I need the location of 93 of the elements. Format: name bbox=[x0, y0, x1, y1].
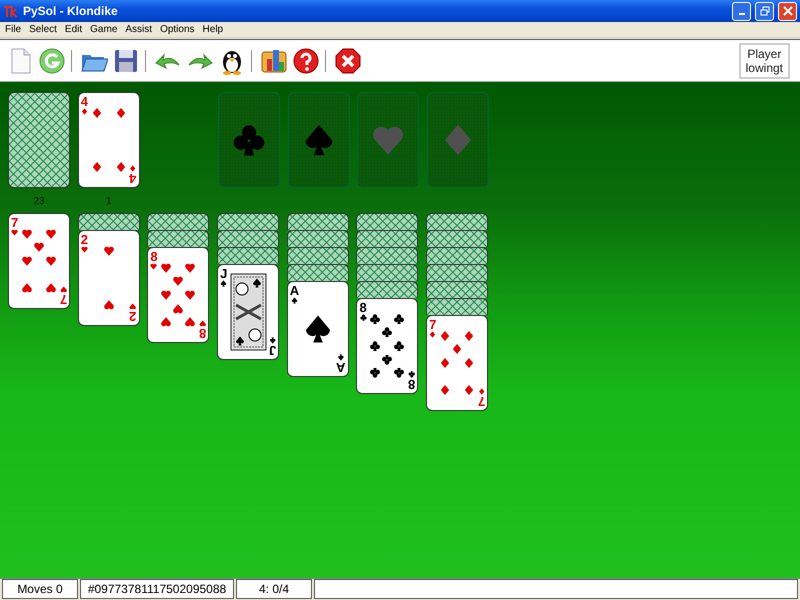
spade-icon bbox=[268, 337, 276, 344]
club-icon bbox=[360, 314, 367, 321]
card-back[interactable] bbox=[78, 213, 140, 230]
minimize-button[interactable] bbox=[732, 2, 751, 20]
stop-icon[interactable] bbox=[334, 46, 362, 74]
playing-card[interactable]: 7 7 bbox=[8, 213, 70, 309]
playing-card[interactable]: 8 8 bbox=[147, 247, 210, 343]
club-icon bbox=[382, 354, 392, 365]
close-button[interactable] bbox=[778, 2, 797, 20]
card-rank: 8 bbox=[359, 301, 367, 314]
spade-icon bbox=[306, 316, 330, 342]
card-rank: J bbox=[220, 267, 228, 280]
app-logo-icon bbox=[3, 4, 19, 18]
card-rank: 8 bbox=[408, 378, 416, 391]
window-title: PySol - Klondike bbox=[23, 4, 119, 18]
card-rank: 7 bbox=[429, 318, 436, 331]
spade-icon bbox=[290, 297, 298, 304]
card-rank: 7 bbox=[60, 293, 67, 306]
card-back[interactable] bbox=[426, 281, 488, 298]
card-count: 23 bbox=[33, 196, 45, 207]
menu-item[interactable]: Edit bbox=[60, 24, 86, 35]
card-rank: 8 bbox=[150, 250, 158, 263]
diamond-icon bbox=[116, 108, 125, 118]
card-rank: 8 bbox=[199, 327, 206, 340]
card-rank: A bbox=[290, 284, 300, 297]
playing-card[interactable]: J J bbox=[217, 264, 280, 360]
diamond-icon bbox=[440, 385, 450, 395]
restore-icon bbox=[760, 6, 770, 16]
card-back[interactable] bbox=[426, 264, 488, 281]
card-rank: 2 bbox=[129, 310, 137, 323]
card-back[interactable] bbox=[356, 230, 418, 247]
card-back[interactable] bbox=[286, 230, 349, 247]
card-rank: 7 bbox=[11, 216, 18, 229]
close-icon bbox=[782, 6, 792, 16]
spade-icon bbox=[338, 354, 345, 361]
club-icon bbox=[370, 368, 380, 378]
player-button[interactable]: Player lowingt bbox=[738, 42, 790, 78]
card-back[interactable] bbox=[286, 264, 349, 281]
menu-item[interactable]: Select bbox=[25, 24, 61, 35]
club-icon bbox=[382, 327, 392, 338]
card-count: 1 bbox=[106, 196, 112, 207]
club-icon bbox=[394, 314, 404, 324]
playing-card[interactable]: A A bbox=[286, 281, 349, 377]
card-back[interactable] bbox=[8, 92, 70, 188]
card-back[interactable] bbox=[356, 247, 418, 264]
card-back[interactable] bbox=[217, 213, 280, 230]
card-back[interactable] bbox=[426, 247, 488, 264]
status-field: Moves 0 bbox=[2, 579, 78, 599]
heart-icon bbox=[22, 283, 32, 292]
card-rank: 4 bbox=[80, 95, 88, 108]
diamond-icon bbox=[92, 162, 101, 172]
spade-icon bbox=[220, 280, 228, 287]
card-rank: A bbox=[336, 361, 346, 374]
card-rank: 7 bbox=[478, 395, 486, 408]
help-icon[interactable] bbox=[292, 46, 320, 74]
card-back[interactable] bbox=[217, 230, 280, 247]
refresh-icon[interactable] bbox=[38, 46, 66, 74]
menu-item[interactable]: Assist bbox=[121, 24, 156, 35]
heart-icon bbox=[80, 246, 88, 253]
playing-card[interactable]: 4 4 bbox=[78, 92, 140, 188]
playing-card[interactable]: 8 8 bbox=[356, 298, 418, 394]
card-back[interactable] bbox=[426, 230, 488, 247]
card-back[interactable] bbox=[147, 230, 210, 247]
card-back[interactable] bbox=[147, 213, 210, 230]
card-back[interactable] bbox=[426, 213, 488, 230]
card-back[interactable] bbox=[286, 247, 349, 264]
status-field: 4: 0/4 bbox=[236, 579, 312, 599]
status-field: #09773781117502095088 bbox=[80, 579, 234, 599]
club-icon bbox=[370, 314, 380, 324]
card-rank: 4 bbox=[129, 172, 137, 185]
menu-item[interactable]: File bbox=[1, 24, 26, 35]
club-icon bbox=[370, 341, 380, 352]
minimize-icon bbox=[738, 13, 744, 15]
menu-item[interactable]: Game bbox=[86, 24, 122, 35]
club-icon bbox=[394, 341, 404, 352]
heart-icon bbox=[104, 246, 114, 256]
restore-button[interactable] bbox=[755, 2, 774, 20]
card-back[interactable] bbox=[356, 213, 418, 230]
club-icon bbox=[394, 368, 404, 378]
heart-icon bbox=[130, 303, 137, 310]
card-back[interactable] bbox=[217, 247, 280, 264]
card-rank: 2 bbox=[80, 233, 88, 246]
card-back[interactable] bbox=[356, 264, 418, 281]
playing-card[interactable]: 7 7 bbox=[426, 315, 488, 411]
playing-card[interactable]: 2 2 bbox=[78, 230, 140, 326]
card-back[interactable] bbox=[356, 281, 418, 298]
heart-icon bbox=[104, 300, 114, 310]
card-rank: J bbox=[268, 344, 276, 357]
menu-item[interactable]: Help bbox=[198, 24, 228, 35]
menu-item[interactable]: Options bbox=[156, 24, 199, 35]
card-back[interactable] bbox=[426, 298, 488, 315]
club-icon bbox=[408, 371, 416, 378]
card-back[interactable] bbox=[286, 213, 349, 230]
